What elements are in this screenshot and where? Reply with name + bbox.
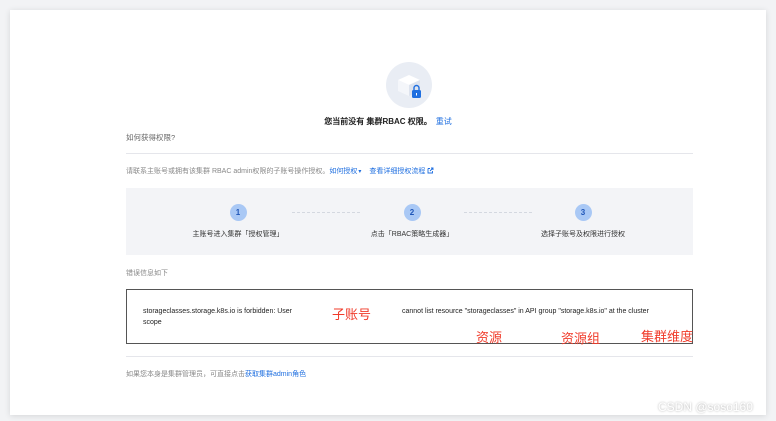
- section-divider: [126, 153, 693, 154]
- retry-link[interactable]: 重试: [436, 117, 452, 126]
- contact-admin-text: 请联系主账号或拥有该集群 RBAC admin权限的子账号操作授权。如何授权▾ …: [126, 166, 434, 176]
- error-message-box: storageclasses.storage.k8s.io is forbidd…: [126, 289, 693, 344]
- how-to-authorize-dropdown[interactable]: 如何授权▾: [329, 168, 361, 175]
- caret-down-icon: ▾: [358, 169, 362, 175]
- view-auth-process-link[interactable]: 查看详细授权流程: [369, 167, 434, 175]
- admin-hint-text: 如果您本身是集群管理员，可直接点击: [126, 371, 245, 378]
- admin-hint: 如果您本身是集群管理员，可直接点击获取集群admin角色: [126, 369, 306, 379]
- get-admin-role-link[interactable]: 获取集群admin角色: [245, 371, 306, 378]
- step-label: 主账号进入集群「授权管理」: [192, 231, 284, 238]
- annotation-subaccount: 子账号: [332, 307, 372, 322]
- error-text-part3: scope: [143, 319, 162, 326]
- step-number-badge: 1: [229, 204, 247, 221]
- watermark: CSDN @soso160: [658, 400, 753, 414]
- section-divider: [126, 356, 693, 357]
- annotation-resource-group: 资源组: [561, 331, 601, 346]
- how-to-authorize-label: 如何授权: [329, 168, 358, 175]
- external-link-icon: [427, 167, 434, 174]
- step-number-badge: 2: [403, 204, 421, 221]
- step-item: 3 选择子账号及权限进行授权: [503, 204, 663, 239]
- step-label: 选择子账号及权限进行授权: [541, 231, 625, 238]
- how-to-get-permission-title: 如何获得权限?: [126, 133, 176, 142]
- view-auth-process-label: 查看详细授权流程: [369, 168, 426, 175]
- error-info-title: 错误信息如下: [126, 270, 168, 277]
- no-permission-message: 您当前没有 集群RBAC 权限。 重试: [0, 116, 776, 127]
- headline-text: 您当前没有 集群RBAC 权限。: [324, 117, 432, 126]
- step-item: 1 主账号进入集群「授权管理」: [158, 204, 318, 239]
- contact-text: 请联系主账号或拥有该集群 RBAC admin权限的子账号操作授权。: [126, 168, 330, 175]
- error-text-part1: storageclasses.storage.k8s.io is forbidd…: [143, 308, 293, 315]
- step-item: 2 点击「RBAC策略生成器」: [332, 204, 492, 239]
- annotation-cluster-dimension: 集群维度: [641, 329, 694, 344]
- annotation-resource: 资源: [476, 330, 503, 345]
- error-text-part2: cannot list resource "storageclasses" in…: [402, 308, 649, 315]
- step-number-badge: 3: [574, 204, 592, 221]
- locked-cube-icon: [386, 62, 432, 108]
- step-label: 点击「RBAC策略生成器」: [370, 231, 454, 238]
- authorization-steps: 1 主账号进入集群「授权管理」 2 点击「RBAC策略生成器」 3 选择子账号及…: [126, 188, 693, 255]
